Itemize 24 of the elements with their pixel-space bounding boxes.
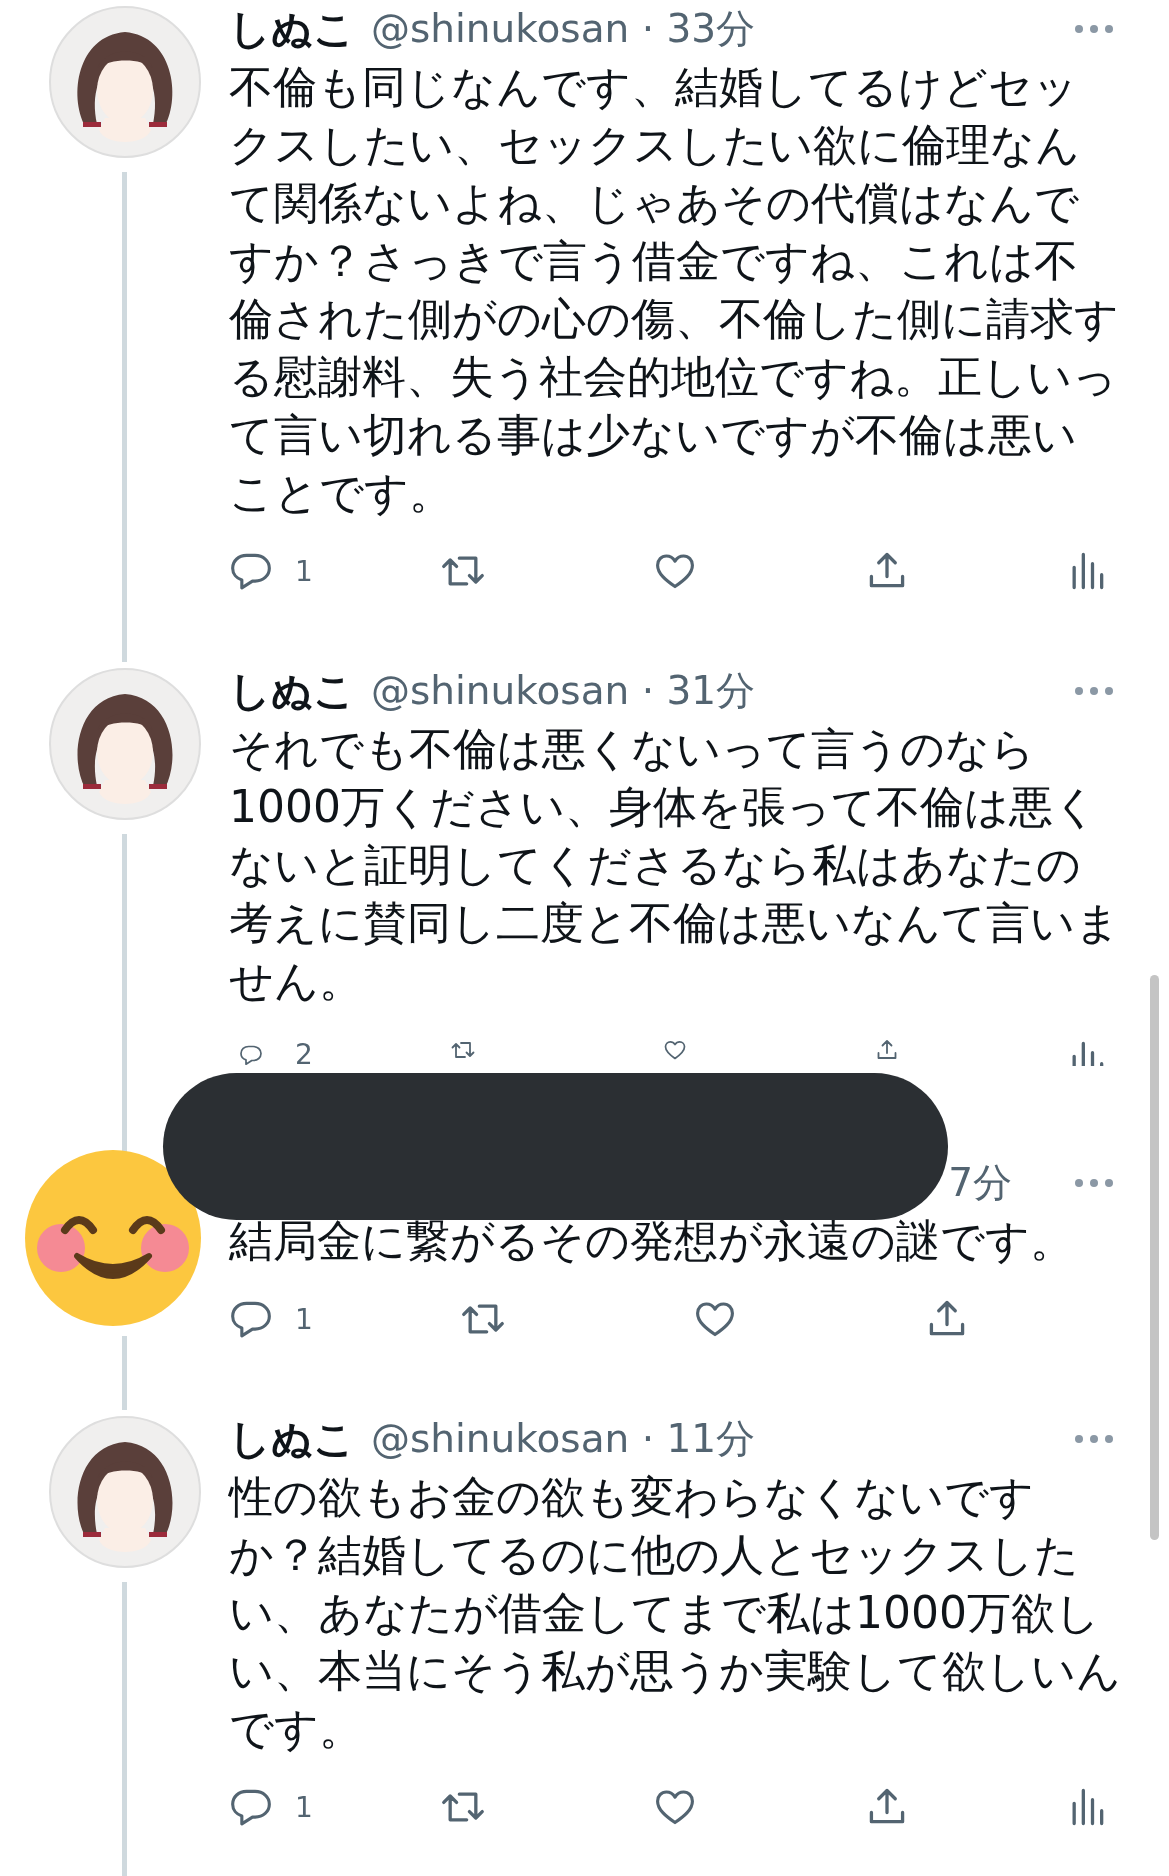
tweet-text: 結局金に繋がるその発想が永遠の謎です。 bbox=[229, 1214, 1075, 1268]
avatar[interactable] bbox=[49, 1416, 201, 1568]
reply-count: 2 bbox=[295, 1038, 313, 1066]
reply-count: 1 bbox=[295, 1302, 313, 1336]
scrollbar[interactable] bbox=[1150, 975, 1159, 1540]
tweet-text: 性の欲もお金の欲も変わらなくないですか？結婚してるのに他の人とセックスしたい、あなたが借金してまで私は1000万欲しい、本当にそう私が思うか実験して欲しいんです。 bbox=[229, 1470, 1121, 1756]
avatar[interactable] bbox=[49, 668, 201, 820]
more-icon[interactable] bbox=[1074, 1434, 1114, 1444]
tweet-text: 不倫も同じなんです、結婚してるけどセックスしたい、セックスしたい欲に倫理なんて関係ないよね、じゃあその代償はなんですか？さっきで言う借金ですね、これは不倫された側がの心の傷、不倫した側に請求する慰謝料、失う社会的地位ですね。正しいって言い切れる事は少ないですが不倫は悪いことです。 bbox=[229, 60, 1120, 520]
tweet-text: それでも不倫は悪くないって言うのなら1000万ください、身体を張って不倫は悪くないと証明してくださるなら私はあなたの考えに賛同し二度と不倫は悪いなんて言いません。 bbox=[229, 722, 1121, 1008]
more-icon[interactable] bbox=[1074, 1178, 1114, 1188]
display-name[interactable]: しぬこ bbox=[229, 1, 355, 57]
more-icon[interactable] bbox=[1074, 686, 1114, 696]
display-name[interactable]: しぬこ bbox=[229, 1411, 355, 1467]
more-icon[interactable] bbox=[1074, 24, 1114, 34]
handle-and-time: @shinukosan · 33分 bbox=[371, 5, 756, 53]
handle-and-time: @shinukosan · 31分 bbox=[371, 667, 756, 715]
reply-count: 1 bbox=[295, 554, 313, 588]
reply-count: 1 bbox=[295, 1790, 313, 1824]
post-time: 7分 bbox=[948, 1159, 1012, 1207]
smiley-avatar[interactable] bbox=[25, 1150, 201, 1326]
handle-and-time: @shinukosan · 11分 bbox=[371, 1415, 756, 1463]
avatar[interactable] bbox=[49, 6, 201, 158]
display-name[interactable]: しぬこ bbox=[229, 663, 355, 719]
